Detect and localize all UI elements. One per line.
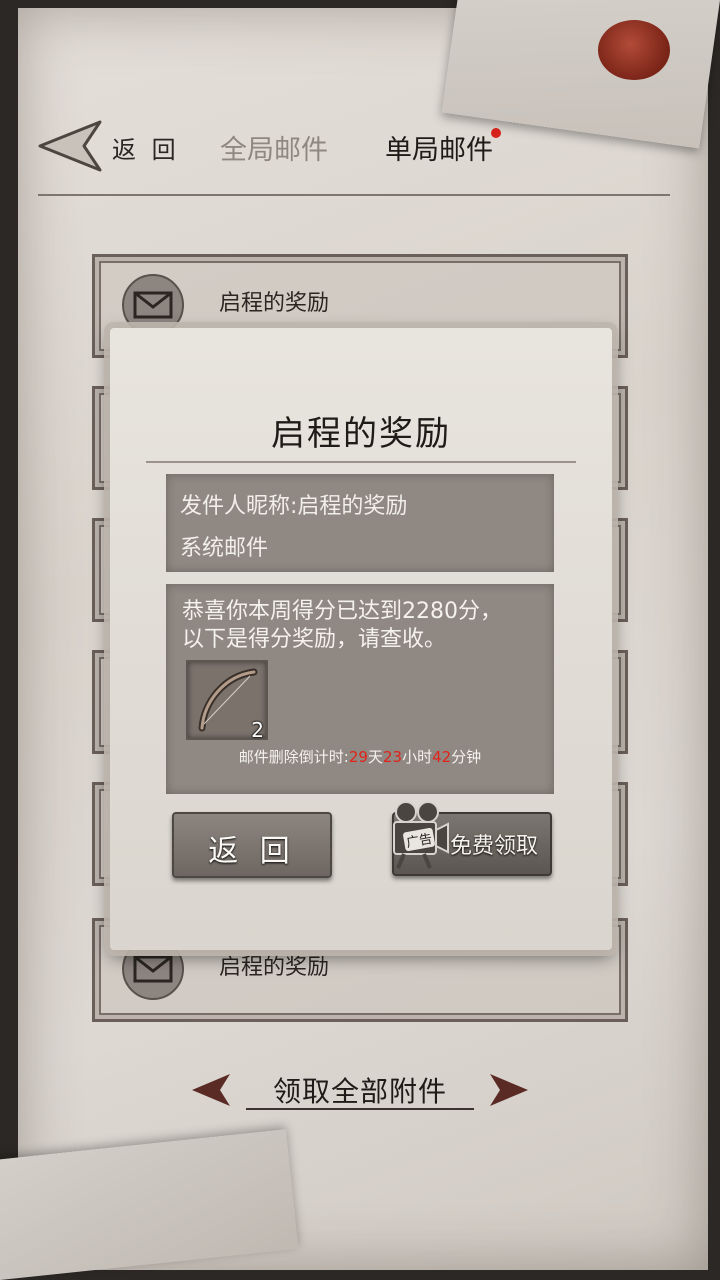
dialog-title: 启程的奖励 [271,414,451,454]
header: 返 回 全局邮件 单局邮件 [0,110,720,190]
mail-detail-dialog: 启程的奖励 发件人昵称:启程的奖励 系统邮件 恭喜你本周得分已达到2280分， … [110,328,612,950]
mail-title: 启程的奖励 [219,955,330,980]
collect-all-underline [246,1108,474,1110]
wax-seal-icon [598,20,670,80]
mail-body-text: 恭喜你本周得分已达到2280分， 以下是得分奖励，请查收。 [182,598,542,654]
collect-all-button[interactable]: 领取全部附件 [190,1068,530,1114]
notification-dot [491,128,501,138]
attachment-slot[interactable]: 2 [186,660,268,742]
countdown-hours: 23 [382,748,403,766]
dialog-divider [146,461,576,463]
tab-global-mail[interactable]: 全局邮件 [220,128,328,167]
free-claim-label: 免费领取 [450,834,539,859]
dialog-back-button[interactable]: 返 回 [172,812,332,878]
countdown-days: 29 [348,748,368,766]
back-arrow-icon[interactable] [36,116,106,176]
sender-nickname: 发件人昵称:启程的奖励 [180,494,408,519]
collect-all-label: 领取全部附件 [272,1075,447,1108]
tab-single-mail[interactable]: 单局邮件 [385,128,493,167]
countdown-prefix: 邮件删除倒计时: [238,748,349,766]
back-button-label: 返 回 [208,834,296,869]
countdown-minutes-unit: 分钟 [451,748,482,766]
countdown-minutes: 42 [432,748,452,766]
mail-body-panel: 恭喜你本周得分已达到2280分， 以下是得分奖励，请查收。 2 邮件删除倒计时:… [166,584,554,794]
right-arrow-icon [490,1074,528,1106]
attachment-count: 2 [251,718,264,742]
mail-body-line: 恭喜你本周得分已达到2280分， [182,599,502,624]
header-divider [38,194,670,196]
free-claim-button[interactable]: 广告 免费领取 [392,801,552,876]
mail-type: 系统邮件 [180,536,269,561]
back-link[interactable]: 返 回 [112,130,180,165]
mail-title: 启程的奖励 [219,291,330,316]
countdown-days-unit: 天 [367,748,383,766]
sender-panel: 发件人昵称:启程的奖励 系统邮件 [166,474,554,572]
countdown-hours-unit: 小时 [402,748,433,766]
mail-body-line: 以下是得分奖励，请查收。 [182,627,447,652]
delete-countdown: 邮件删除倒计时:29天23小时42分钟 [166,746,554,767]
